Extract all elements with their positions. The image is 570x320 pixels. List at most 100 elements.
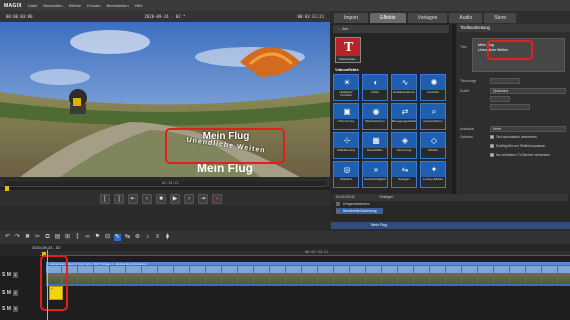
prev-marker-icon[interactable]: ⇤ <box>128 194 138 204</box>
cut-icon[interactable]: ✂ <box>34 234 41 241</box>
option-tvsafe-checkbox[interactable]: ✓ Nur sichtbaren TV-Bereich verwenden <box>490 152 550 158</box>
range-mode-icon[interactable]: ↹ <box>124 234 131 241</box>
pointer-mode-icon[interactable]: ↖ <box>114 234 121 241</box>
preview-scrubbar[interactable] <box>0 187 330 190</box>
clip-info-header: 00:00:03:00 Einfügen <box>333 194 568 201</box>
copy-icon[interactable]: ⧉ <box>44 234 51 241</box>
effect-tile-denoise[interactable]: ▦ Rauschfilter <box>362 132 388 159</box>
effect-tile-sharpen[interactable]: ◇ Schärfe <box>420 132 446 159</box>
tab-effects[interactable]: Effekte <box>370 13 406 23</box>
prev-frame-icon[interactable]: ‹ <box>142 194 152 204</box>
speed-icon: » <box>373 165 379 174</box>
preview-playhead[interactable] <box>5 186 9 191</box>
track-number: 3 <box>12 306 18 312</box>
effect-tile-color[interactable]: ◐ Farbe <box>362 74 388 101</box>
clip-thumbnail <box>270 266 285 284</box>
stop-icon[interactable]: ■ <box>156 194 166 204</box>
effect-label: Gradationskurve <box>392 90 416 100</box>
mixer-icon[interactable]: ⧫ <box>164 234 171 241</box>
audio-mode-icon[interactable]: ♪ <box>144 234 151 241</box>
more-tools-icon[interactable]: ≡ <box>154 234 161 241</box>
effect-tile-brightness[interactable]: ☀ Helligkeit/ Kontrast <box>333 74 359 101</box>
app-window: MAGIX Datei Bearbeiten Effekte Fenster B… <box>0 0 570 320</box>
clip-thumbnail <box>350 266 365 284</box>
effect-label: Rauschfilter <box>363 148 387 158</box>
track-flags[interactable]: S M <box>2 272 11 278</box>
effect-tile-blur[interactable]: ◉ Weichzeichner <box>362 103 388 130</box>
zoom-mode-icon[interactable]: ⊕ <box>134 234 141 241</box>
track-flags[interactable]: S M <box>2 290 11 296</box>
font-dropdown[interactable]: Quicksand <box>490 88 566 94</box>
tab-templates[interactable]: Vorlagen <box>407 13 448 23</box>
clip-info-row-label: Klingendfarbenen <box>343 202 370 206</box>
tab-audio[interactable]: Audio <box>449 13 483 23</box>
effects-filter-dropdown[interactable]: ← Alle <box>333 25 449 33</box>
option-wrap-checkbox[interactable]: ✓ Text automatisch umbrechen <box>490 134 537 140</box>
undo-icon[interactable]: ↶ <box>4 234 11 241</box>
clip-thumbnail <box>78 266 93 284</box>
animation-dropdown[interactable]: Keine <box>490 126 566 132</box>
play-icon[interactable]: ▶ <box>170 194 180 204</box>
title-t-icon: T <box>344 40 354 55</box>
effect-tile-zoom[interactable]: ⌕ Kamera/Zoom <box>420 103 446 130</box>
delete-icon[interactable]: ✖ <box>24 234 31 241</box>
effect-tile-stabilize[interactable]: ⊹ Stabilisierung <box>333 132 359 159</box>
effect-tile-chroma-key[interactable]: ▣ Chroma Key <box>333 103 359 130</box>
font-size-dropdown[interactable] <box>490 96 510 102</box>
effect-tile-mirror[interactable]: ⇋ Spiegeln <box>391 161 417 188</box>
effect-tile-motion[interactable]: ⇄ Bewegungseffekte <box>391 103 417 130</box>
preset-dropdown[interactable] <box>490 78 520 84</box>
title-text-highlight-frame <box>487 40 533 60</box>
menu-window[interactable]: Fenster <box>87 3 101 8</box>
menu-edit[interactable]: Bearbeiten <box>43 3 62 8</box>
group-icon[interactable]: ⊞ <box>64 234 71 241</box>
paste-icon[interactable]: ▤ <box>54 234 61 241</box>
preset-label: Titelvorlage <box>460 79 477 83</box>
menu-share[interactable]: Bereitstellen <box>107 3 129 8</box>
redo-icon[interactable]: ↷ <box>14 234 21 241</box>
effect-tile-lookup[interactable]: ✦ Lookup-Effekte <box>420 161 446 188</box>
effect-tile-lens[interactable]: ◎ Objektive <box>333 161 359 188</box>
effect-tile-curves[interactable]: ∿ Gradationskurve <box>391 74 417 101</box>
timeline-playhead[interactable] <box>47 250 48 320</box>
menu-help[interactable]: Hilfe <box>135 3 143 8</box>
effects-filter-value: Alle <box>341 26 349 31</box>
next-frame-icon[interactable]: › <box>184 194 194 204</box>
mark-out-icon[interactable]: ] <box>114 194 124 204</box>
link-icon[interactable]: ∞ <box>84 234 91 241</box>
snap-icon[interactable]: ⊟ <box>104 234 111 241</box>
clip-info-row[interactable]: Klingendfarbenen <box>336 201 370 207</box>
clip-thumbnail <box>446 266 461 284</box>
mark-in-icon[interactable]: [ <box>100 194 110 204</box>
effect-tile-speed[interactable]: » Geschwindigkeit <box>362 161 388 188</box>
clip-thumbnail <box>238 266 253 284</box>
effects-scrollbar[interactable] <box>452 24 456 194</box>
title-text-label: Titel <box>460 45 467 49</box>
tab-store[interactable]: Store <box>484 13 517 23</box>
clip-info-row-selected[interactable]: Bandbreite/Anbindung <box>336 208 383 214</box>
effect-tile-glow[interactable]: ✺ Leuchten <box>420 74 446 101</box>
split-icon[interactable]: ⫿ <box>74 234 81 241</box>
font-style-buttons[interactable] <box>490 104 530 110</box>
option-wrap-label: Text automatisch umbrechen <box>496 135 537 139</box>
effect-tile-distortion[interactable]: ◈ Verzerrung <box>391 132 417 159</box>
option-fit-checkbox[interactable]: ✓ Schriftgröße am Titelfeld anpassen <box>490 143 545 149</box>
menu-effects[interactable]: Effekte <box>69 3 81 8</box>
menu-bar: MAGIX Datei Bearbeiten Effekte Fenster B… <box>0 0 570 11</box>
effect-label: Verzerrung <box>392 148 416 158</box>
tab-import[interactable]: Import <box>334 13 369 23</box>
title-editor-tile[interactable]: T Titelbearbeit... <box>335 37 361 63</box>
clip-thumbnail <box>334 266 349 284</box>
marker-icon[interactable]: ⚑ <box>94 234 101 241</box>
sharpen-icon: ◇ <box>430 136 438 145</box>
checkbox-icon: ✓ <box>490 135 494 139</box>
effect-label: Chroma Key <box>334 119 358 129</box>
menu-file[interactable]: Datei <box>28 3 37 8</box>
record-icon[interactable]: ● <box>212 194 222 204</box>
clip-thumbnail <box>286 266 301 284</box>
track-number: 1 <box>12 272 18 278</box>
next-marker-icon[interactable]: ⇥ <box>198 194 208 204</box>
track-flags[interactable]: S M <box>2 306 11 312</box>
effect-label: Kamera/Zoom <box>421 119 445 129</box>
title-tile-label: Titelbearbeit... <box>336 56 360 62</box>
